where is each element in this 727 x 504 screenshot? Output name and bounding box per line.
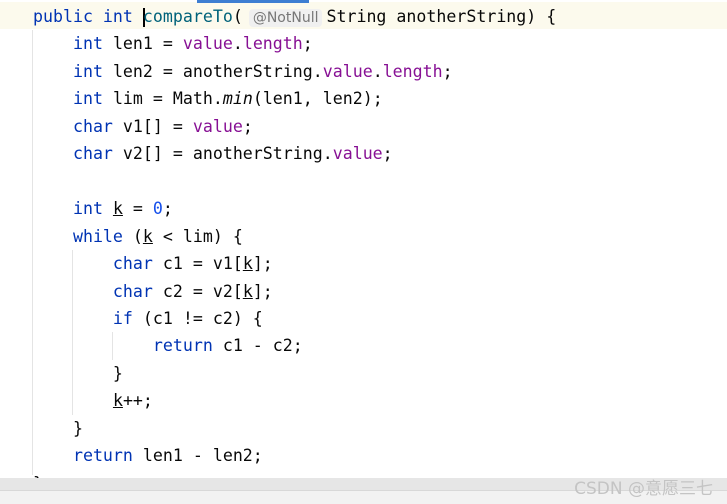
code-editor[interactable]: public int compareTo(@NotNull String anot… [0,0,727,493]
code-token: char [33,144,123,164]
code-token: len2 = anotherString. [112,61,323,81]
code-token: ; [382,144,393,164]
code-token: ; [302,34,313,54]
code-line: char v2[] = anotherString.value; [33,140,393,167]
code-token: ]; [252,281,273,301]
code-token: String anotherString) { [326,7,557,26]
code-token: (c1 != c2) { [142,308,263,328]
code-token: ( [132,226,143,246]
code-token: if [33,308,143,328]
code-token: c1 - c2; [222,336,303,356]
code-line: char c2 = v2[k]; [33,278,273,305]
code-line: return c1 - c2; [33,332,303,359]
code-token: char [33,281,163,301]
code-token: ]; [252,254,273,274]
code-token: k [142,226,153,246]
code-token: len1 = [112,34,183,54]
code-token: c2 = v2[ [162,281,243,301]
code-token: char [33,254,163,274]
code-token: k [112,199,123,219]
code-token: ; [442,61,453,81]
code-token: k [242,254,253,274]
code-line: } [33,360,123,387]
code-token: ++; [122,391,153,411]
code-token: length [382,61,443,81]
code-line: int k = 0; [33,195,173,222]
annotation-hint: @NotNull [248,9,323,27]
code-line: int len1 = value.length; [33,30,313,57]
code-token: len1 - len2; [142,446,263,466]
code-token: int [33,199,113,219]
code-token: . [232,34,243,54]
code-token: value [182,34,233,54]
code-token: c1 = v1[ [162,254,243,274]
code-token: int [33,34,113,54]
code-token: ; [162,199,173,219]
code-line: k++; [33,387,153,414]
code-token: v1[] = [122,116,193,136]
code-token: return [33,446,143,466]
code-token: 0 [152,199,163,219]
code-token: compareTo [142,7,233,26]
code-token: value [332,144,383,164]
code-line: if (c1 != c2) { [33,305,263,332]
code-token: ; [242,116,253,136]
code-token: char [33,116,123,136]
code-line: int lim = Math.min(len1, len2); [33,85,383,112]
code-token: value [322,61,373,81]
code-token: while [33,226,133,246]
code-line: int len2 = anotherString.value.length; [33,58,453,85]
code-token: ( [232,7,243,26]
code-token: lim = Math. [112,89,223,109]
code-token: int [33,89,113,109]
code-line: char v1[] = value; [33,113,253,140]
code-line: while (k < lim) { [33,223,243,250]
code-line: public int compareTo( @NotNull String anot… [33,3,556,30]
code-token: v2[] = anotherString. [122,144,333,164]
code-token: } [33,363,123,383]
code-token: int [33,61,113,81]
watermark: CSDN @意愿三七 [574,479,713,499]
code-token: public int [33,7,143,26]
code-token: value [192,116,243,136]
code-line: char c1 = v1[k]; [33,250,273,277]
code-token: = [122,199,153,219]
code-token: (len1, len2); [252,89,383,109]
code-token: k [112,391,123,411]
code-line: return len1 - len2; [33,442,263,469]
code-token: k [242,281,253,301]
code-line: } [33,415,83,442]
code-token: length [242,34,303,54]
code-token: return [33,336,223,356]
code-token: . [372,61,383,81]
code-token: < lim) { [152,226,243,246]
code-token: min [222,89,253,109]
code-token: } [33,418,83,438]
